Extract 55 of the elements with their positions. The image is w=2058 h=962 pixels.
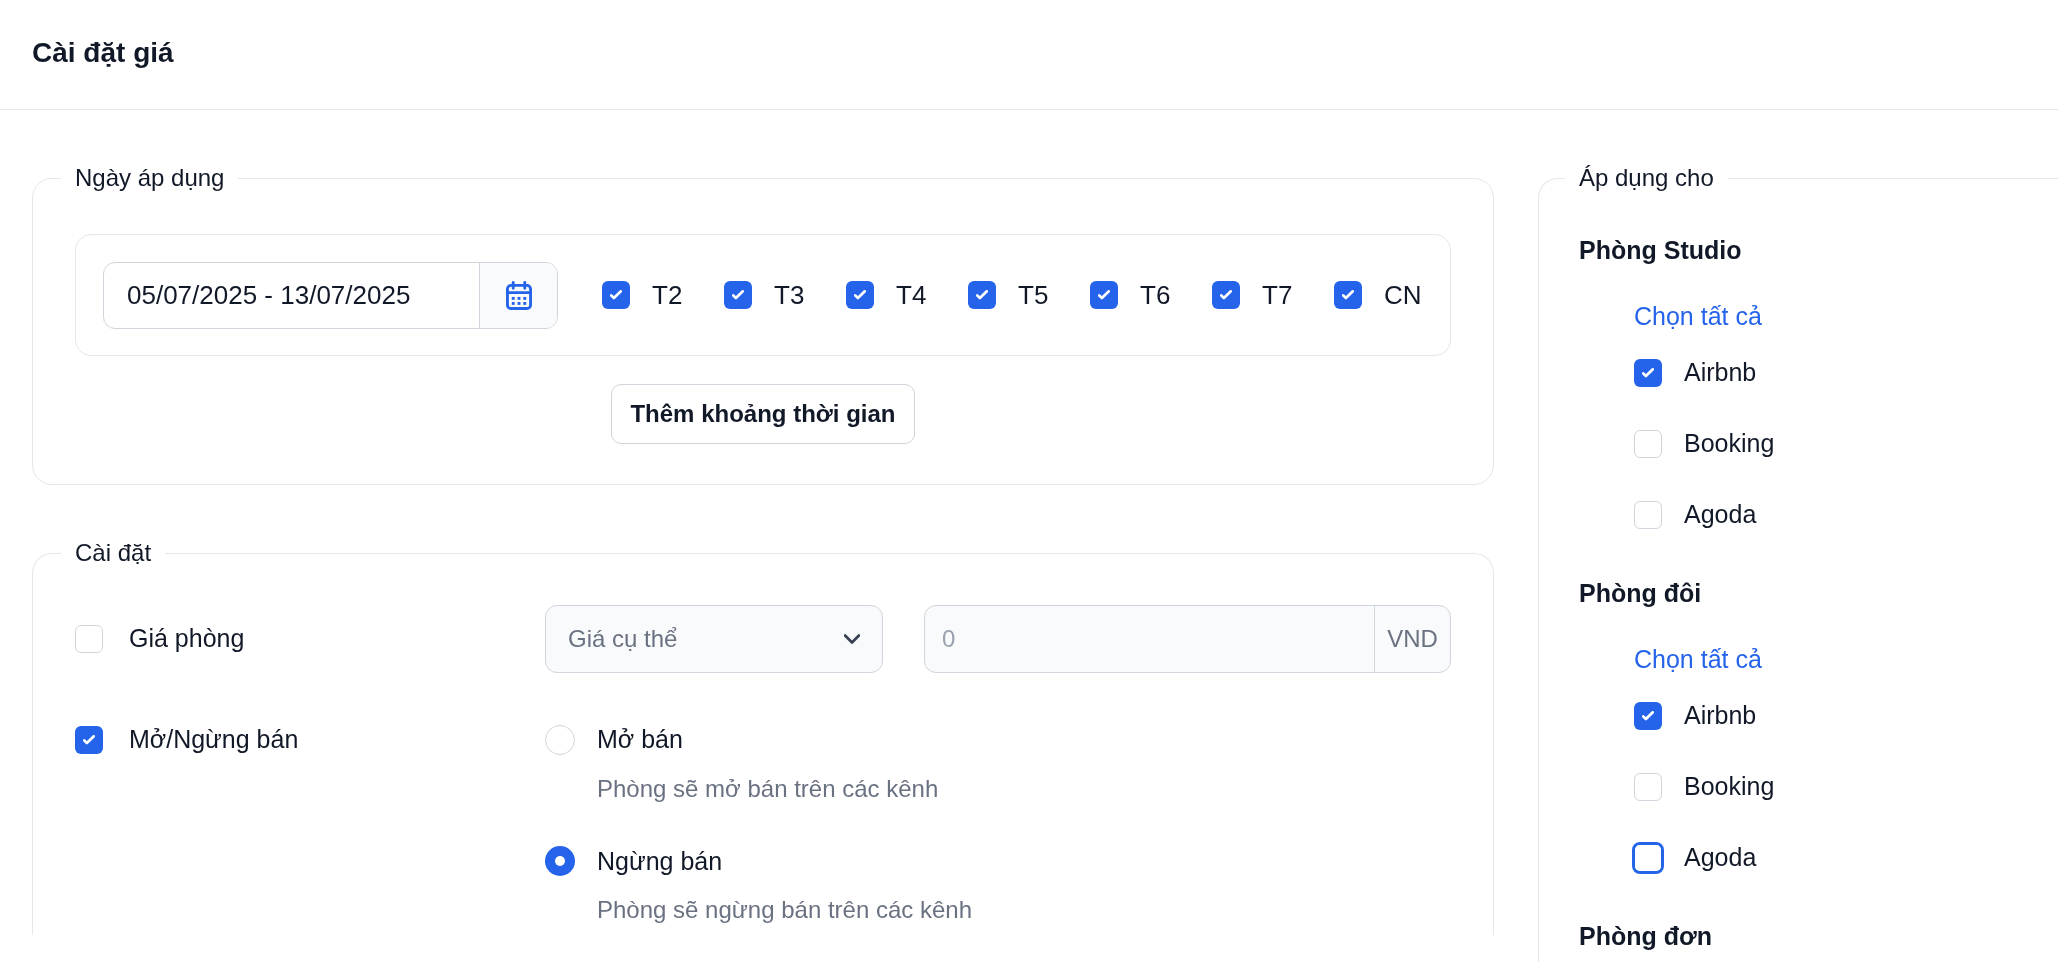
weekday-label: T4 bbox=[896, 278, 927, 312]
check-icon bbox=[732, 290, 744, 300]
channel-label: Booking bbox=[1684, 428, 1775, 460]
select-all-link[interactable]: Chọn tất cả bbox=[1634, 640, 1762, 678]
checkbox[interactable] bbox=[75, 725, 103, 754]
weekday-label: CN bbox=[1384, 278, 1422, 312]
check-icon bbox=[1098, 290, 1110, 300]
weekday-label: T3 bbox=[774, 278, 805, 312]
room-group-heading: Phòng đôi bbox=[1579, 578, 1703, 609]
check-icon bbox=[854, 290, 866, 300]
add-period-button[interactable]: Thêm khoảng thời gian bbox=[611, 384, 915, 444]
radio-button[interactable] bbox=[545, 724, 575, 755]
weekday-label: T2 bbox=[652, 278, 683, 312]
checkbox[interactable] bbox=[602, 281, 630, 309]
date-range-value: 05/07/2025 - 13/07/2025 bbox=[126, 278, 412, 312]
checkbox[interactable] bbox=[968, 281, 996, 309]
checkbox[interactable] bbox=[846, 281, 874, 309]
check-icon bbox=[610, 290, 622, 300]
weekday-label: T6 bbox=[1140, 278, 1171, 312]
section-legend: Cài đặt bbox=[61, 535, 166, 571]
section-legend: Áp dụng cho bbox=[1565, 160, 1728, 196]
check-icon bbox=[1342, 290, 1354, 300]
checkbox[interactable] bbox=[1090, 281, 1118, 309]
page-title: Cài đặt giá bbox=[32, 35, 174, 70]
currency-unit: VND bbox=[1374, 606, 1450, 672]
price-type-select[interactable]: Giá cụ thể bbox=[545, 605, 883, 673]
radio-label: Ngừng bán bbox=[597, 845, 723, 877]
checkbox-label: Mở/Ngừng bán bbox=[129, 724, 299, 755]
checkbox[interactable] bbox=[75, 625, 103, 653]
radio-button[interactable] bbox=[545, 846, 575, 877]
room-group-heading: Phòng Studio bbox=[1579, 235, 1743, 266]
checkbox[interactable] bbox=[1334, 281, 1362, 309]
option-description: Phòng sẽ ngừng bán trên các kênh bbox=[597, 895, 972, 925]
checkbox[interactable] bbox=[1212, 281, 1240, 309]
check-icon bbox=[83, 734, 95, 745]
channel-label: Booking bbox=[1684, 771, 1775, 803]
channel-label: Airbnb bbox=[1684, 357, 1757, 389]
chevron-down-icon bbox=[844, 634, 860, 644]
price-input[interactable]: 0 VND bbox=[924, 605, 1451, 673]
channel-label: Airbnb bbox=[1684, 700, 1757, 732]
check-icon bbox=[1220, 290, 1232, 300]
weekday-label: T5 bbox=[1018, 278, 1049, 312]
room-group-heading: Phòng đơn bbox=[1579, 921, 1714, 952]
radio-label: Mở bán bbox=[597, 724, 683, 755]
option-description: Phòng sẽ mở bán trên các kênh bbox=[597, 773, 940, 804]
channel-label: Agoda bbox=[1684, 499, 1757, 531]
select-all-link[interactable]: Chọn tất cả bbox=[1634, 297, 1762, 335]
date-range-field[interactable]: 05/07/2025 - 13/07/2025 bbox=[103, 261, 558, 329]
calendar-icon[interactable] bbox=[505, 280, 532, 310]
checkbox-label: Giá phòng bbox=[129, 623, 245, 655]
weekday-label: T7 bbox=[1262, 278, 1293, 312]
check-icon bbox=[976, 290, 988, 300]
channel-label: Agoda bbox=[1684, 842, 1757, 874]
checkbox[interactable] bbox=[724, 281, 752, 309]
section-legend: Ngày áp dụng bbox=[61, 160, 239, 196]
